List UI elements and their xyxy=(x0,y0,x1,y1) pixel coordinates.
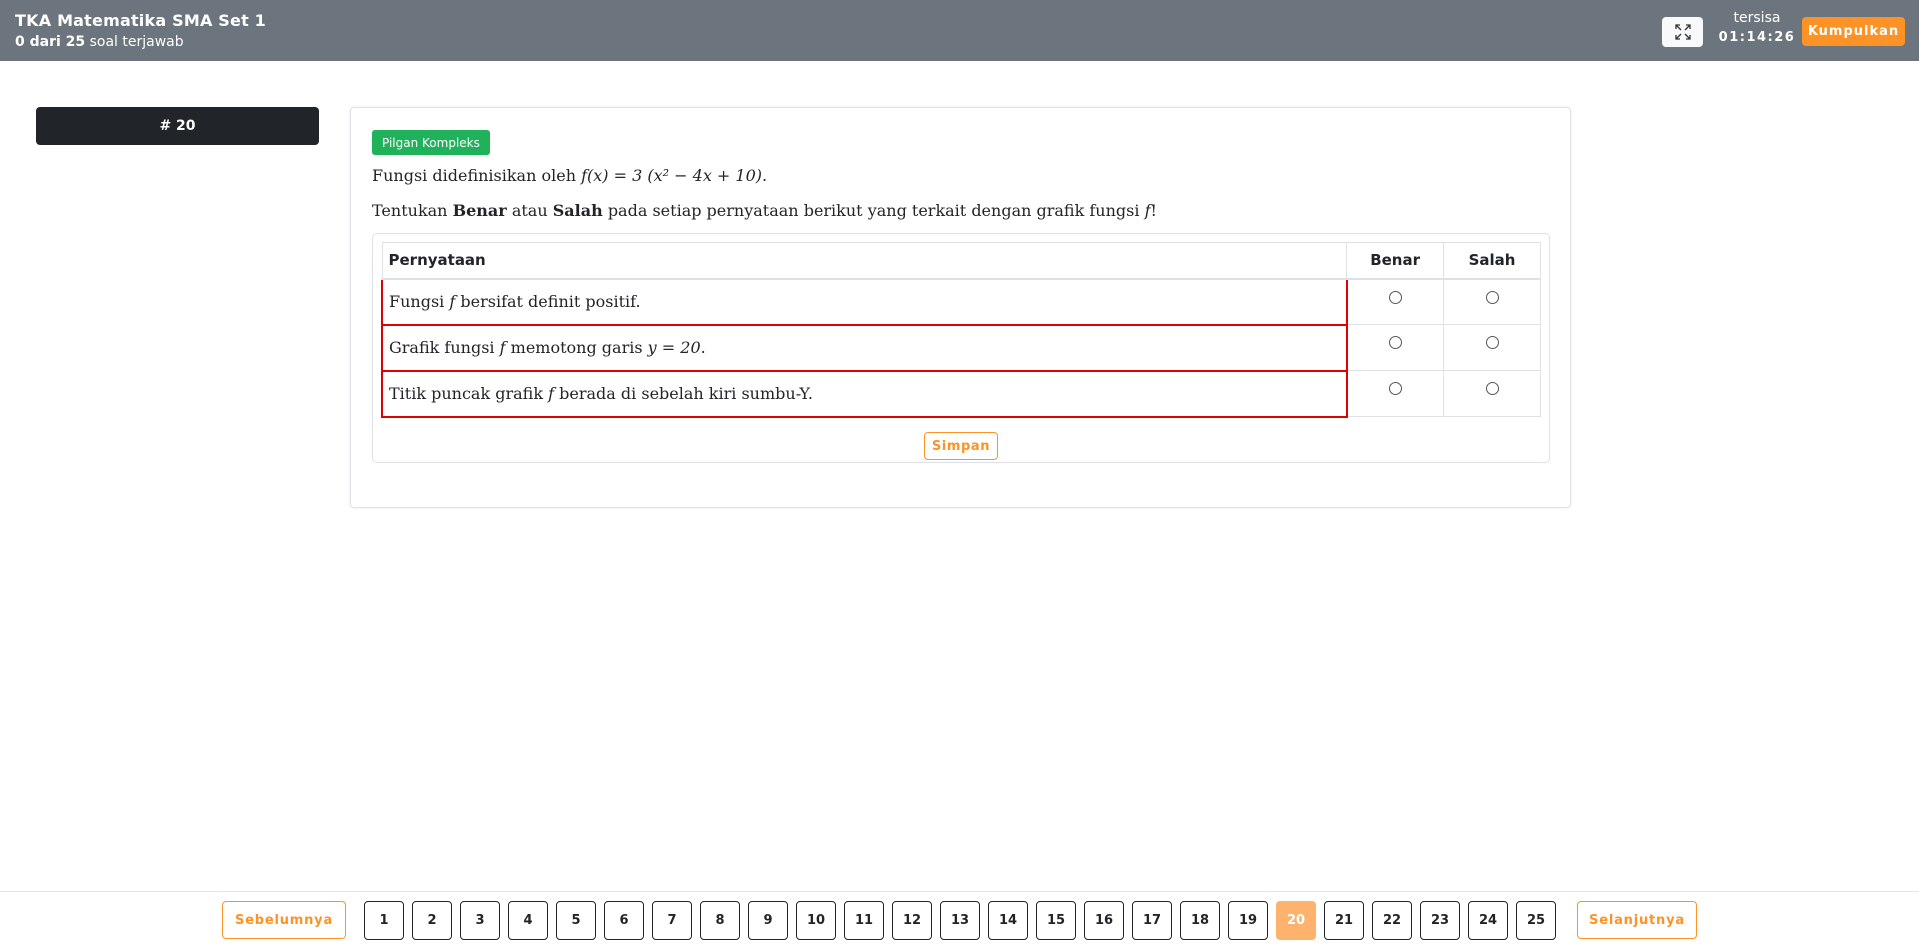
page-button-23[interactable]: 23 xyxy=(1420,901,1460,940)
timer-label: tersisa xyxy=(1733,10,1781,26)
statement-text: Titik puncak grafik xyxy=(389,384,544,403)
definition-text: Fungsi didefinisikan oleh xyxy=(372,166,577,185)
statement-3: Titik puncak grafik f berada di sebelah … xyxy=(381,369,1348,418)
page-button-10[interactable]: 10 xyxy=(796,901,836,940)
question-type-badge: Pilgan Kompleks xyxy=(372,130,490,155)
page-button-24[interactable]: 24 xyxy=(1468,901,1508,940)
radio-benar-2[interactable] xyxy=(1388,336,1402,349)
statement-text: bersifat definit positif. xyxy=(460,292,641,311)
table-header-row: Pernyataan Benar Salah xyxy=(381,242,1541,280)
timer-value: 01:14:26 xyxy=(1718,30,1796,45)
page-button-3[interactable]: 3 xyxy=(460,901,500,940)
statement-math: y = 20 xyxy=(647,338,701,357)
cell-benar-3 xyxy=(1346,370,1445,417)
radio-benar-3[interactable] xyxy=(1388,382,1402,395)
page-button-2[interactable]: 2 xyxy=(412,901,452,940)
page-button-13[interactable]: 13 xyxy=(940,901,980,940)
page-button-17[interactable]: 17 xyxy=(1132,901,1172,940)
statement-text: Grafik fungsi xyxy=(389,338,495,357)
page-button-6[interactable]: 6 xyxy=(604,901,644,940)
statement-var: f xyxy=(449,292,456,311)
save-button[interactable]: Simpan xyxy=(924,432,998,460)
page-button-15[interactable]: 15 xyxy=(1036,901,1076,940)
page-button-22[interactable]: 22 xyxy=(1372,901,1412,940)
statement-var: f xyxy=(548,384,555,403)
question-instruction: Tentukan Benar atau Salah pada setiap pe… xyxy=(372,201,1157,220)
page-button-7[interactable]: 7 xyxy=(652,901,692,940)
exam-title: TKA Matematika SMA Set 1 xyxy=(15,11,267,30)
timer: tersisa 01:14:26 xyxy=(1712,10,1802,45)
page-button-18[interactable]: 18 xyxy=(1180,901,1220,940)
page-button-5[interactable]: 5 xyxy=(556,901,596,940)
previous-button[interactable]: Sebelumnya xyxy=(222,901,346,939)
question-definition: Fungsi didefinisikan oleh f(x) = 3 (x² −… xyxy=(372,166,767,185)
answered-count: 0 dari 25 xyxy=(15,34,86,50)
answered-suffix: soal terjawab xyxy=(89,34,184,50)
cell-benar-2 xyxy=(1346,324,1445,371)
instruction-text-3: pada setiap pernyataan berikut yang terk… xyxy=(607,201,1140,220)
statement-end: . xyxy=(700,338,706,357)
instruction-benar: Benar xyxy=(452,201,507,220)
page-button-1[interactable]: 1 xyxy=(364,901,404,940)
page-button-25[interactable]: 25 xyxy=(1516,901,1556,940)
top-bar: TKA Matematika SMA Set 1 0 dari 25 soal … xyxy=(0,0,1919,61)
statement-2: Grafik fungsi f memotong garis y = 20. xyxy=(381,323,1348,372)
page-button-14[interactable]: 14 xyxy=(988,901,1028,940)
table-row: Fungsi f bersifat definit positif. xyxy=(381,277,1541,326)
statements-table: Pernyataan Benar Salah Fungsi f bersifat… xyxy=(381,242,1541,418)
page-list: 1 2 3 4 5 6 7 8 9 10 11 12 13 14 15 16 17 18 19 20 21 22 23 24 2… xyxy=(364,901,1556,940)
cell-salah-2 xyxy=(1443,324,1541,371)
radio-salah-2[interactable] xyxy=(1485,336,1499,349)
header-salah: Salah xyxy=(1443,242,1541,280)
submit-button[interactable]: Kumpulkan xyxy=(1802,17,1905,46)
instruction-salah: Salah xyxy=(552,201,603,220)
cell-salah-3 xyxy=(1443,370,1541,417)
cell-benar-1 xyxy=(1346,278,1445,325)
statement-text: berada di sebelah kiri sumbu-Y. xyxy=(559,384,813,403)
fullscreen-button[interactable] xyxy=(1662,17,1703,47)
page-button-12[interactable]: 12 xyxy=(892,901,932,940)
instruction-end: ! xyxy=(1150,201,1157,220)
radio-benar-1[interactable] xyxy=(1388,290,1402,304)
statement-var: f xyxy=(499,338,506,357)
function-formula: f(x) = 3 (x² − 4x + 10). xyxy=(581,166,768,185)
page-button-21[interactable]: 21 xyxy=(1324,901,1364,940)
next-button[interactable]: Selanjutnya xyxy=(1577,901,1697,939)
statement-text: Fungsi xyxy=(389,292,445,311)
statement-1: Fungsi f bersifat definit positif. xyxy=(381,277,1348,326)
question-navigation: Sebelumnya 1 2 3 4 5 6 7 8 9 10 11 12 13 14 15 16 17 18 19… xyxy=(0,891,1919,944)
radio-salah-3[interactable] xyxy=(1485,382,1499,395)
page-button-4[interactable]: 4 xyxy=(508,901,548,940)
header-benar: Benar xyxy=(1346,242,1445,280)
question-card: Pilgan Kompleks Fungsi didefinisikan ole… xyxy=(350,107,1571,508)
cell-salah-1 xyxy=(1443,278,1541,325)
question-number: # 20 xyxy=(36,107,319,145)
page-button-9[interactable]: 9 xyxy=(748,901,788,940)
answered-progress: 0 dari 25 soal terjawab xyxy=(15,34,184,50)
expand-icon xyxy=(1674,24,1691,40)
page-button-8[interactable]: 8 xyxy=(700,901,740,940)
instruction-text-1: Tentukan xyxy=(372,201,448,220)
page-button-16[interactable]: 16 xyxy=(1084,901,1124,940)
page-button-20[interactable]: 20 xyxy=(1276,901,1316,940)
instruction-text-2: atau xyxy=(511,201,548,220)
statement-text: memotong garis xyxy=(510,338,643,357)
header-statement: Pernyataan xyxy=(381,242,1348,280)
table-row: Grafik fungsi f memotong garis y = 20. xyxy=(381,323,1541,372)
page-button-11[interactable]: 11 xyxy=(844,901,884,940)
radio-salah-1[interactable] xyxy=(1485,290,1499,304)
page-button-19[interactable]: 19 xyxy=(1228,901,1268,940)
answer-panel: Pernyataan Benar Salah Fungsi f bersifat… xyxy=(372,233,1550,463)
table-row: Titik puncak grafik f berada di sebelah … xyxy=(381,369,1541,418)
